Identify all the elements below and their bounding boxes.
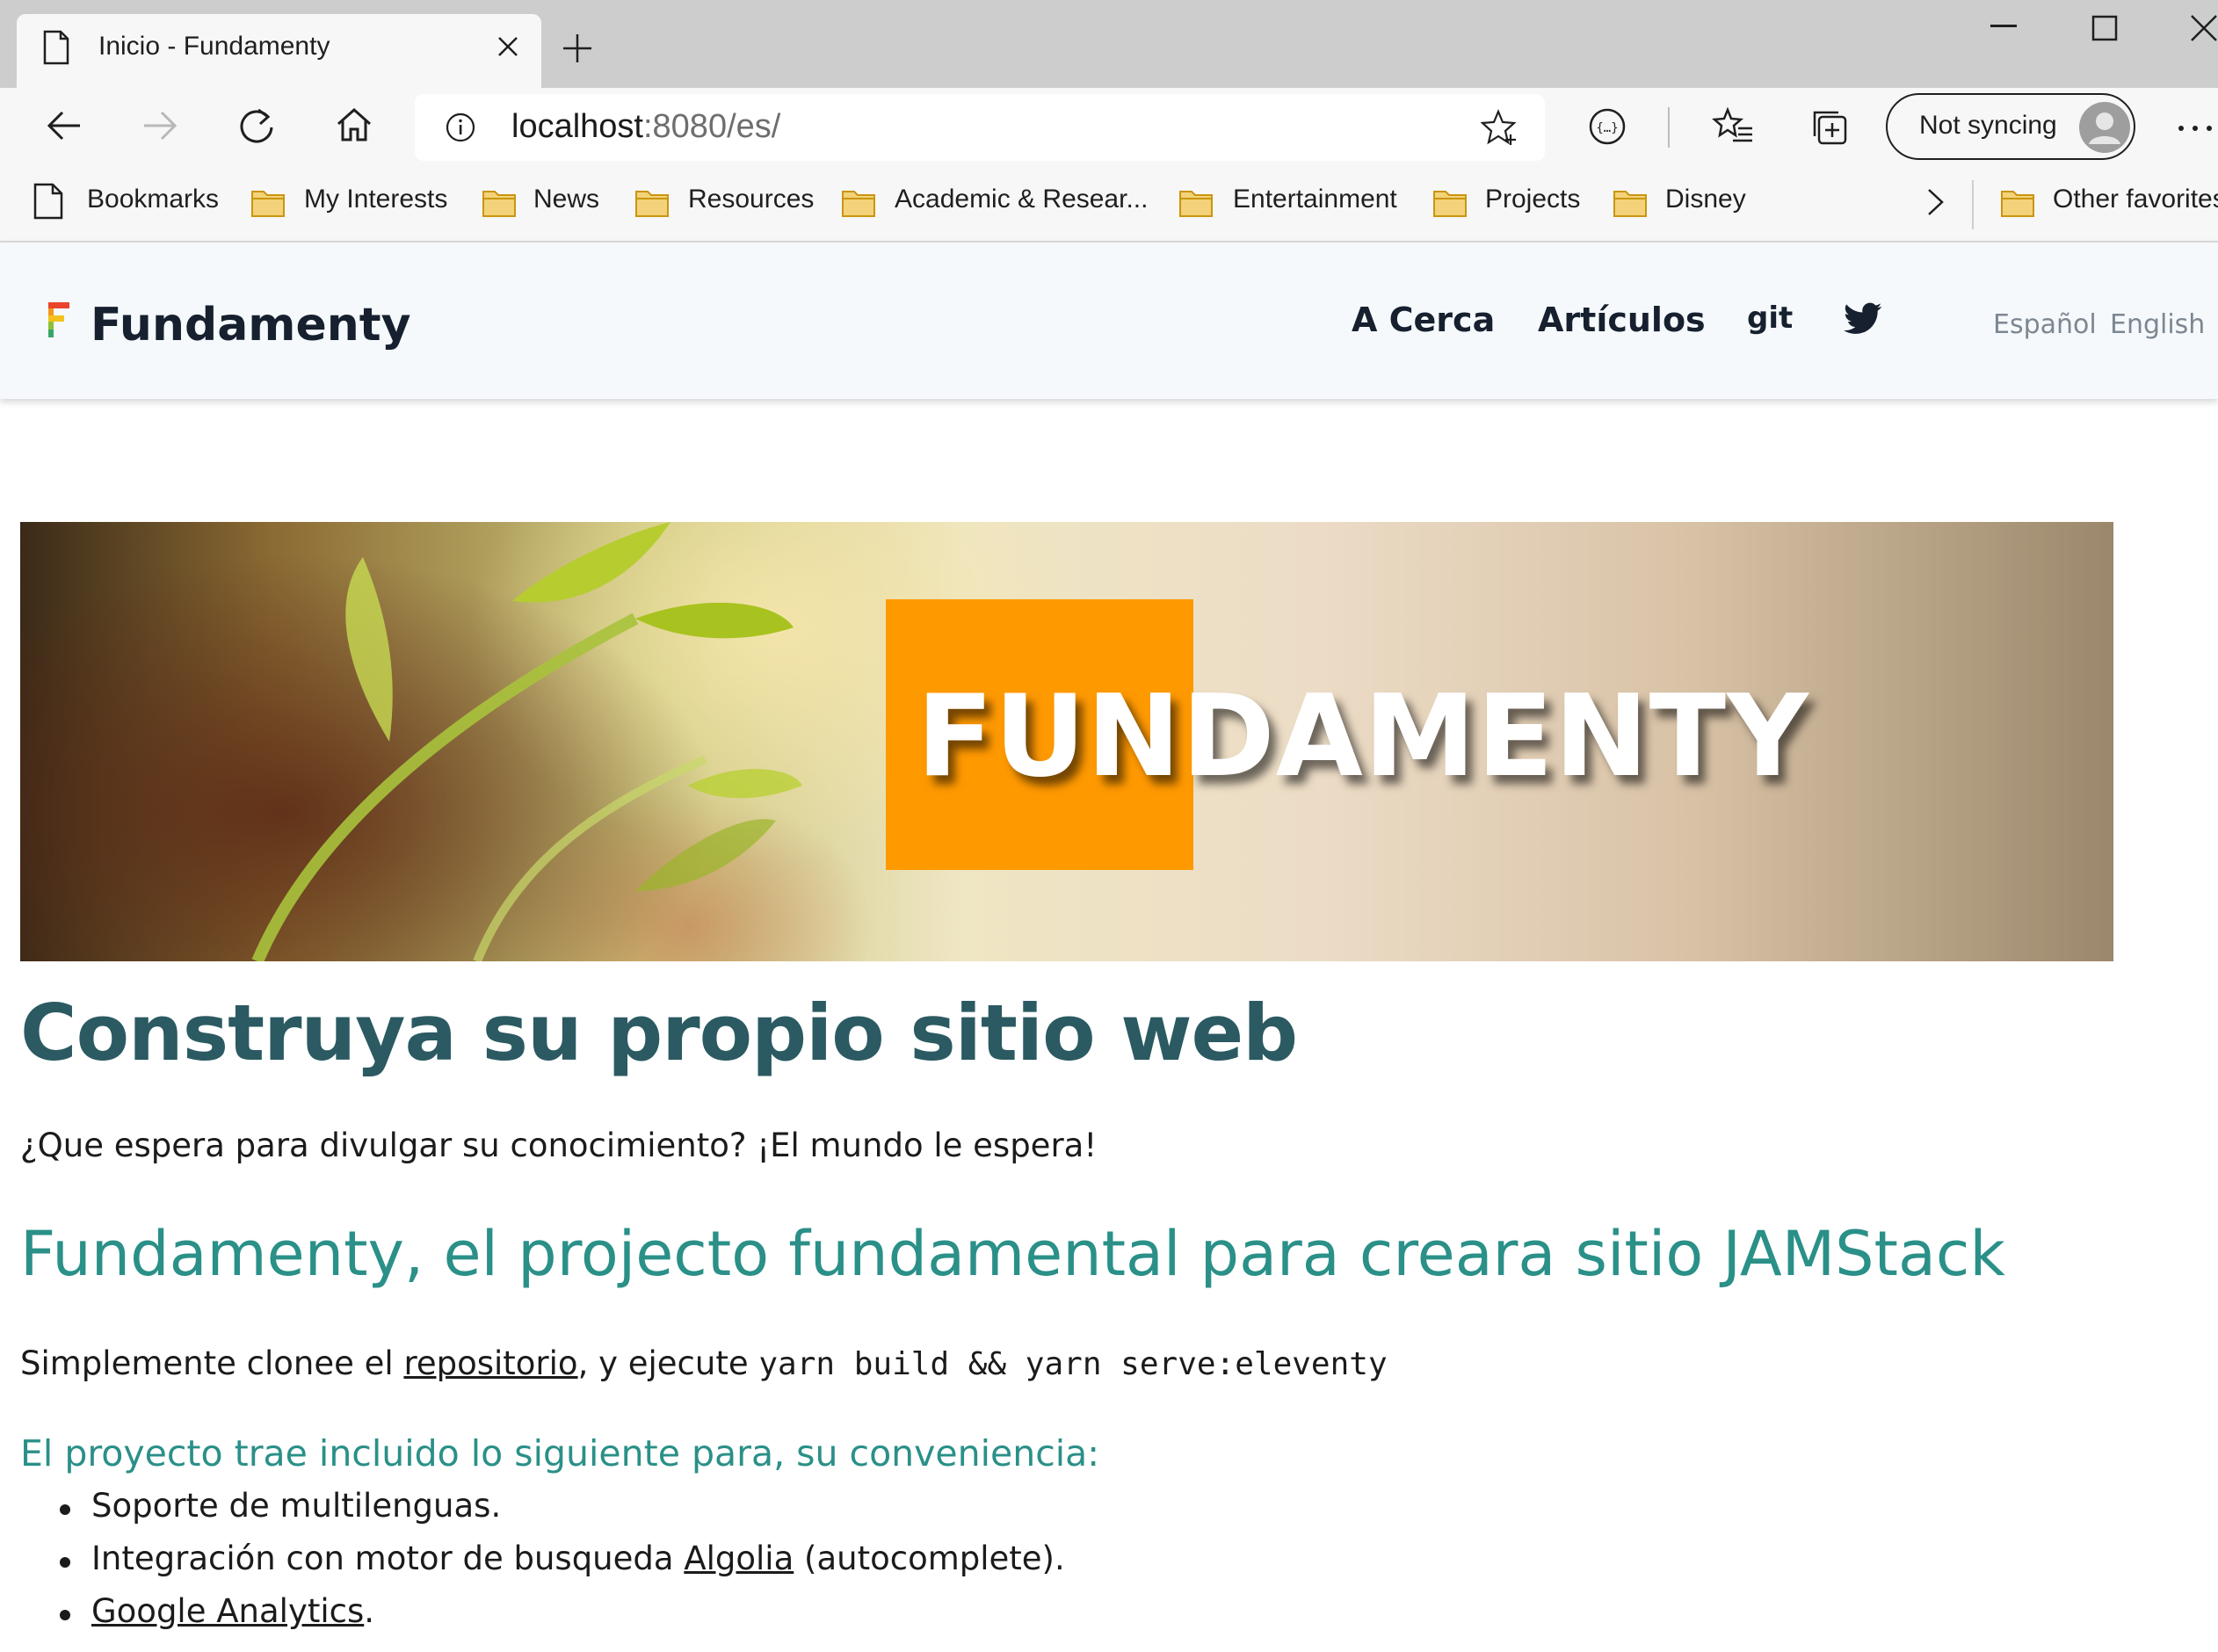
bookmarks-bar: Bookmarks My Interests News Resources Ac… — [0, 167, 2218, 243]
address-bar[interactable]: localhost:8080/es/ — [415, 94, 1545, 161]
folder-icon — [1433, 191, 1467, 217]
bookmarks-divider — [1972, 180, 1974, 229]
twitter-icon[interactable] — [1844, 302, 1882, 336]
bookmark-label: Resources — [688, 185, 815, 214]
tab-title: Inicio - Fundamenty — [98, 32, 330, 61]
avatar-icon — [2079, 102, 2130, 153]
folder-icon — [482, 191, 516, 217]
folder-icon — [251, 191, 285, 217]
folder-icon — [1179, 191, 1213, 217]
bullet — [60, 1610, 70, 1620]
fundamenty-logo-icon[interactable] — [48, 302, 69, 337]
tab-strip: Inicio - Fundamenty — [0, 0, 2218, 88]
page-icon — [43, 30, 69, 65]
collections-icon[interactable] — [1810, 106, 1852, 149]
url-host: localhost — [511, 108, 643, 145]
list-item: Google Analytics. — [56, 1592, 1065, 1645]
chevron-right-icon[interactable] — [1924, 185, 1947, 220]
site-header: Fundamenty A Cerca Artículos git Español… — [0, 243, 2218, 399]
folder-icon — [635, 191, 669, 217]
close-tab-icon[interactable] — [496, 34, 520, 59]
lang-english[interactable]: English — [2110, 309, 2205, 340]
refresh-icon[interactable] — [236, 105, 278, 147]
lang-espanol[interactable]: Español — [1993, 309, 2097, 340]
page-title: Construya su propio sitio web — [20, 988, 1298, 1078]
algolia-link[interactable]: Algolia — [684, 1540, 794, 1577]
clone-text: Simplemente clonee el — [20, 1344, 404, 1382]
feature-text: Integración con motor de busqueda — [91, 1540, 685, 1577]
bookmark-label: Bookmarks — [87, 185, 220, 214]
google-analytics-link[interactable]: Google Analytics — [91, 1592, 364, 1630]
profile-button[interactable]: Not syncing — [1886, 93, 2135, 160]
url-text[interactable]: localhost:8080/es/ — [511, 108, 780, 146]
info-icon[interactable] — [445, 112, 476, 143]
favorites-icon[interactable] — [1712, 105, 1754, 148]
extension-icon[interactable]: {…} — [1586, 105, 1628, 148]
folder-icon — [2001, 191, 2034, 217]
add-favorite-icon[interactable] — [1481, 108, 1519, 147]
nav-git[interactable]: git — [1747, 301, 1793, 336]
maximize-icon[interactable] — [2091, 15, 2118, 41]
forward-icon[interactable] — [139, 105, 181, 147]
intro-text: ¿Que espera para divulgar su conocimient… — [20, 1127, 1098, 1164]
nav-about[interactable]: A Cerca — [1352, 301, 1495, 339]
feature-text: Soporte de multilenguas. — [91, 1487, 502, 1525]
home-icon[interactable] — [333, 103, 375, 145]
folder-icon — [842, 191, 875, 217]
minimize-icon[interactable] — [1990, 25, 2017, 28]
folder-icon — [1613, 191, 1647, 217]
list-item: Integración con motor de busqueda Algoli… — [56, 1540, 1065, 1592]
nav-articles[interactable]: Artículos — [1538, 301, 1706, 339]
browser-tab[interactable]: Inicio - Fundamenty — [17, 14, 541, 88]
command-code: yarn build && yarn serve:eleventy — [758, 1346, 1388, 1382]
feature-text: (autocomplete). — [794, 1540, 1065, 1577]
back-icon[interactable] — [43, 105, 85, 147]
bookmark-label: Disney — [1665, 185, 1746, 214]
more-icon[interactable] — [2174, 107, 2216, 149]
new-tab-icon[interactable] — [560, 31, 595, 66]
section-heading: Fundamenty, el projecto fundamental para… — [20, 1218, 2005, 1290]
bookmark-label: Other favorites — [2053, 185, 2218, 214]
clone-instructions: Simplemente clonee el repositorio, y eje… — [20, 1344, 1388, 1382]
bookmark-label: Academic & Resear... — [895, 185, 1149, 214]
url-path: :8080/es/ — [642, 108, 781, 145]
list-item: Soporte de multilenguas. — [56, 1487, 1065, 1540]
bookmark-label: My Interests — [304, 185, 448, 214]
toolbar-divider — [1668, 107, 1670, 148]
bookmark-label: Projects — [1485, 185, 1581, 214]
site-brand[interactable]: Fundamenty — [91, 299, 411, 351]
hero-banner: FUNDAMENTY — [20, 522, 2113, 961]
close-window-icon[interactable] — [2188, 12, 2218, 44]
page-icon — [33, 183, 63, 220]
bullet — [60, 1557, 70, 1568]
bullet — [60, 1504, 70, 1515]
repository-link[interactable]: repositorio — [403, 1344, 577, 1382]
hero-logo-text: FUNDAMENTY — [917, 671, 1809, 802]
bookmark-label: Entertainment — [1233, 185, 1397, 214]
features-heading: El proyecto trae incluido lo siguiente p… — [20, 1432, 1100, 1474]
bookmark-label: News — [533, 185, 600, 214]
features-list: Soporte de multilenguas. Integración con… — [56, 1487, 1065, 1645]
clone-text: , y ejecute — [577, 1344, 759, 1382]
svg-text:{…}: {…} — [1596, 121, 1618, 135]
sync-status: Not syncing — [1919, 111, 2057, 140]
feature-text: . — [364, 1592, 375, 1630]
